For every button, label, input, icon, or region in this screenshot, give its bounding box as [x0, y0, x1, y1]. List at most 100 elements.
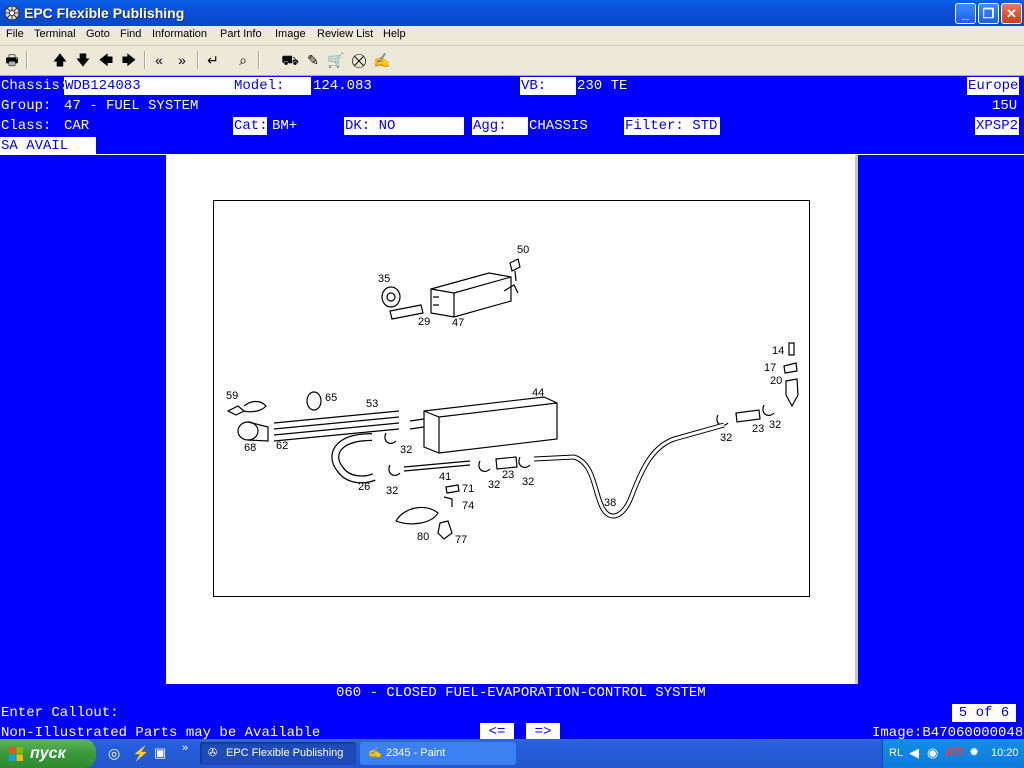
- callout-input[interactable]: [124, 704, 134, 720]
- minimize-button[interactable]: _: [955, 3, 976, 24]
- callout-32-d[interactable]: 32: [522, 476, 534, 488]
- print-button[interactable]: 🖶: [2, 50, 22, 70]
- callout-32-b[interactable]: 32: [386, 485, 398, 497]
- callout-23-a[interactable]: 23: [502, 469, 514, 481]
- callout-14[interactable]: 14: [772, 345, 784, 357]
- notepad-icon: ✎: [307, 52, 319, 68]
- callout-20[interactable]: 20: [770, 375, 782, 387]
- toolbar: 🖶 🡅 🡇 🡄 🡆 « » ↵ ⌕ ⛟ ✎ 🛒 ⛒ ✍: [0, 46, 1024, 76]
- menu-help[interactable]: Help: [383, 28, 406, 40]
- system-tray: RL ◀ ◉ ATI ✹ 10:20: [882, 739, 1024, 768]
- dk-field[interactable]: DK: NO: [344, 117, 464, 135]
- callout-68[interactable]: 68: [244, 442, 256, 454]
- zoom-button[interactable]: ⌕: [233, 50, 253, 70]
- menu-terminal[interactable]: Terminal: [34, 28, 76, 40]
- previous-button[interactable]: <=: [480, 723, 514, 740]
- close-icon: ✕: [1006, 6, 1017, 21]
- menu-find[interactable]: Find: [120, 28, 141, 40]
- callout-41[interactable]: 41: [439, 471, 451, 483]
- cart-button[interactable]: 🛒: [326, 50, 346, 70]
- start-label: пуск: [30, 745, 66, 762]
- magnifier-icon: ⌕: [239, 52, 247, 68]
- cart-remove-button[interactable]: ⛒: [349, 50, 369, 70]
- fuel-evaporation-diagram[interactable]: 50 35 29 47 14 17 20 59 65 53 44 68 62 3…: [214, 201, 809, 596]
- restore-icon: ❐: [982, 6, 995, 21]
- enter-button[interactable]: ↵: [203, 50, 223, 70]
- next-button[interactable]: =>: [526, 723, 560, 740]
- toolbar-separator: [258, 51, 260, 69]
- callout-71[interactable]: 71: [462, 483, 474, 495]
- epc-task-icon: ✇: [208, 747, 218, 759]
- group-value: 47 - FUEL SYSTEM: [64, 98, 199, 114]
- chassis-label: Chassis:: [1, 78, 69, 94]
- tray-app-icon[interactable]: ✹: [969, 745, 979, 759]
- callout-62[interactable]: 62: [276, 440, 288, 452]
- callout-59[interactable]: 59: [226, 390, 238, 402]
- callout-74[interactable]: 74: [462, 500, 474, 512]
- notes-button[interactable]: ✎: [303, 50, 323, 70]
- callout-53[interactable]: 53: [366, 398, 378, 410]
- callout-80[interactable]: 80: [417, 531, 429, 543]
- callout-50[interactable]: 50: [517, 244, 529, 256]
- callout-44[interactable]: 44: [532, 387, 544, 399]
- tray-back-icon[interactable]: ◀: [909, 745, 919, 761]
- callout-47[interactable]: 47: [452, 317, 464, 329]
- callout-17[interactable]: 17: [764, 362, 776, 374]
- parts-drawing-panel[interactable]: 50 35 29 47 14 17 20 59 65 53 44 68 62 3…: [166, 155, 858, 684]
- menu-information[interactable]: Information: [152, 28, 207, 40]
- left-button[interactable]: 🡄: [96, 50, 116, 70]
- tray-network-icon[interactable]: ◉: [927, 745, 938, 761]
- diagram-caption: 060 - CLOSED FUEL-EVAPORATION-CONTROL SY…: [336, 685, 706, 701]
- cat-label: Cat:: [233, 117, 268, 135]
- menu-goto[interactable]: Goto: [86, 28, 110, 40]
- menu-bar: File Terminal Goto Find Information Part…: [0, 26, 1024, 46]
- filter-value: STD: [692, 118, 718, 134]
- toolbar-separator: [26, 51, 28, 69]
- callout-32-e[interactable]: 32: [720, 432, 732, 444]
- filter-field[interactable]: Filter: STD: [624, 117, 720, 135]
- quicklaunch-app-icon[interactable]: ▣: [154, 745, 166, 761]
- callout-65[interactable]: 65: [325, 392, 337, 404]
- callout-77[interactable]: 77: [455, 534, 467, 546]
- quicklaunch-more-icon[interactable]: »: [182, 742, 188, 754]
- callout-38[interactable]: 38: [604, 497, 616, 509]
- callout-26[interactable]: 26: [358, 481, 370, 493]
- region-value: Europe: [967, 77, 1019, 95]
- task-epc-label: EPC Flexible Publishing: [226, 747, 344, 759]
- page-indicator: 5 of 6: [952, 704, 1016, 722]
- callout-32-a[interactable]: 32: [400, 444, 412, 456]
- agg-label: Agg:: [472, 117, 528, 135]
- vb-label: VB:: [520, 77, 576, 95]
- up-button[interactable]: 🡅: [50, 50, 70, 70]
- class-label: Class:: [1, 118, 52, 134]
- quicklaunch-opera-icon[interactable]: ◎: [108, 745, 120, 762]
- callout-32-f[interactable]: 32: [769, 419, 781, 431]
- right-button[interactable]: 🡆: [119, 50, 139, 70]
- chassis-field[interactable]: WDB124083: [64, 77, 234, 95]
- down-button[interactable]: 🡇: [73, 50, 93, 70]
- task-paint[interactable]: ✍ 2345 - Paint: [360, 742, 516, 765]
- menu-file[interactable]: File: [6, 28, 24, 40]
- menu-part-info[interactable]: Part Info: [220, 28, 262, 40]
- callout-35[interactable]: 35: [378, 273, 390, 285]
- printer-icon: 🖶: [5, 52, 19, 68]
- callout-29[interactable]: 29: [418, 316, 430, 328]
- tray-ati-icon[interactable]: ATI: [945, 745, 963, 759]
- model-label: Model:: [233, 77, 311, 95]
- callout-23-b[interactable]: 23: [752, 423, 764, 435]
- edit-list-button[interactable]: ✍: [372, 50, 392, 70]
- next-page-button[interactable]: »: [172, 50, 192, 70]
- language-indicator[interactable]: RL: [889, 747, 903, 759]
- previous-page-button[interactable]: «: [149, 50, 169, 70]
- menu-review-list[interactable]: Review List: [317, 28, 373, 40]
- vehicle-button[interactable]: ⛟: [280, 50, 300, 70]
- close-button[interactable]: ✕: [1001, 3, 1022, 24]
- start-button[interactable]: пуск: [0, 739, 96, 768]
- sa-avail-button[interactable]: SA AVAIL: [0, 137, 96, 155]
- callout-32-c[interactable]: 32: [488, 479, 500, 491]
- clock[interactable]: 10:20: [991, 747, 1019, 759]
- menu-image[interactable]: Image: [275, 28, 306, 40]
- task-epc[interactable]: ✇ EPC Flexible Publishing: [200, 742, 356, 765]
- maximize-button[interactable]: ❐: [978, 3, 999, 24]
- quicklaunch-winamp-icon[interactable]: ⚡: [132, 745, 149, 762]
